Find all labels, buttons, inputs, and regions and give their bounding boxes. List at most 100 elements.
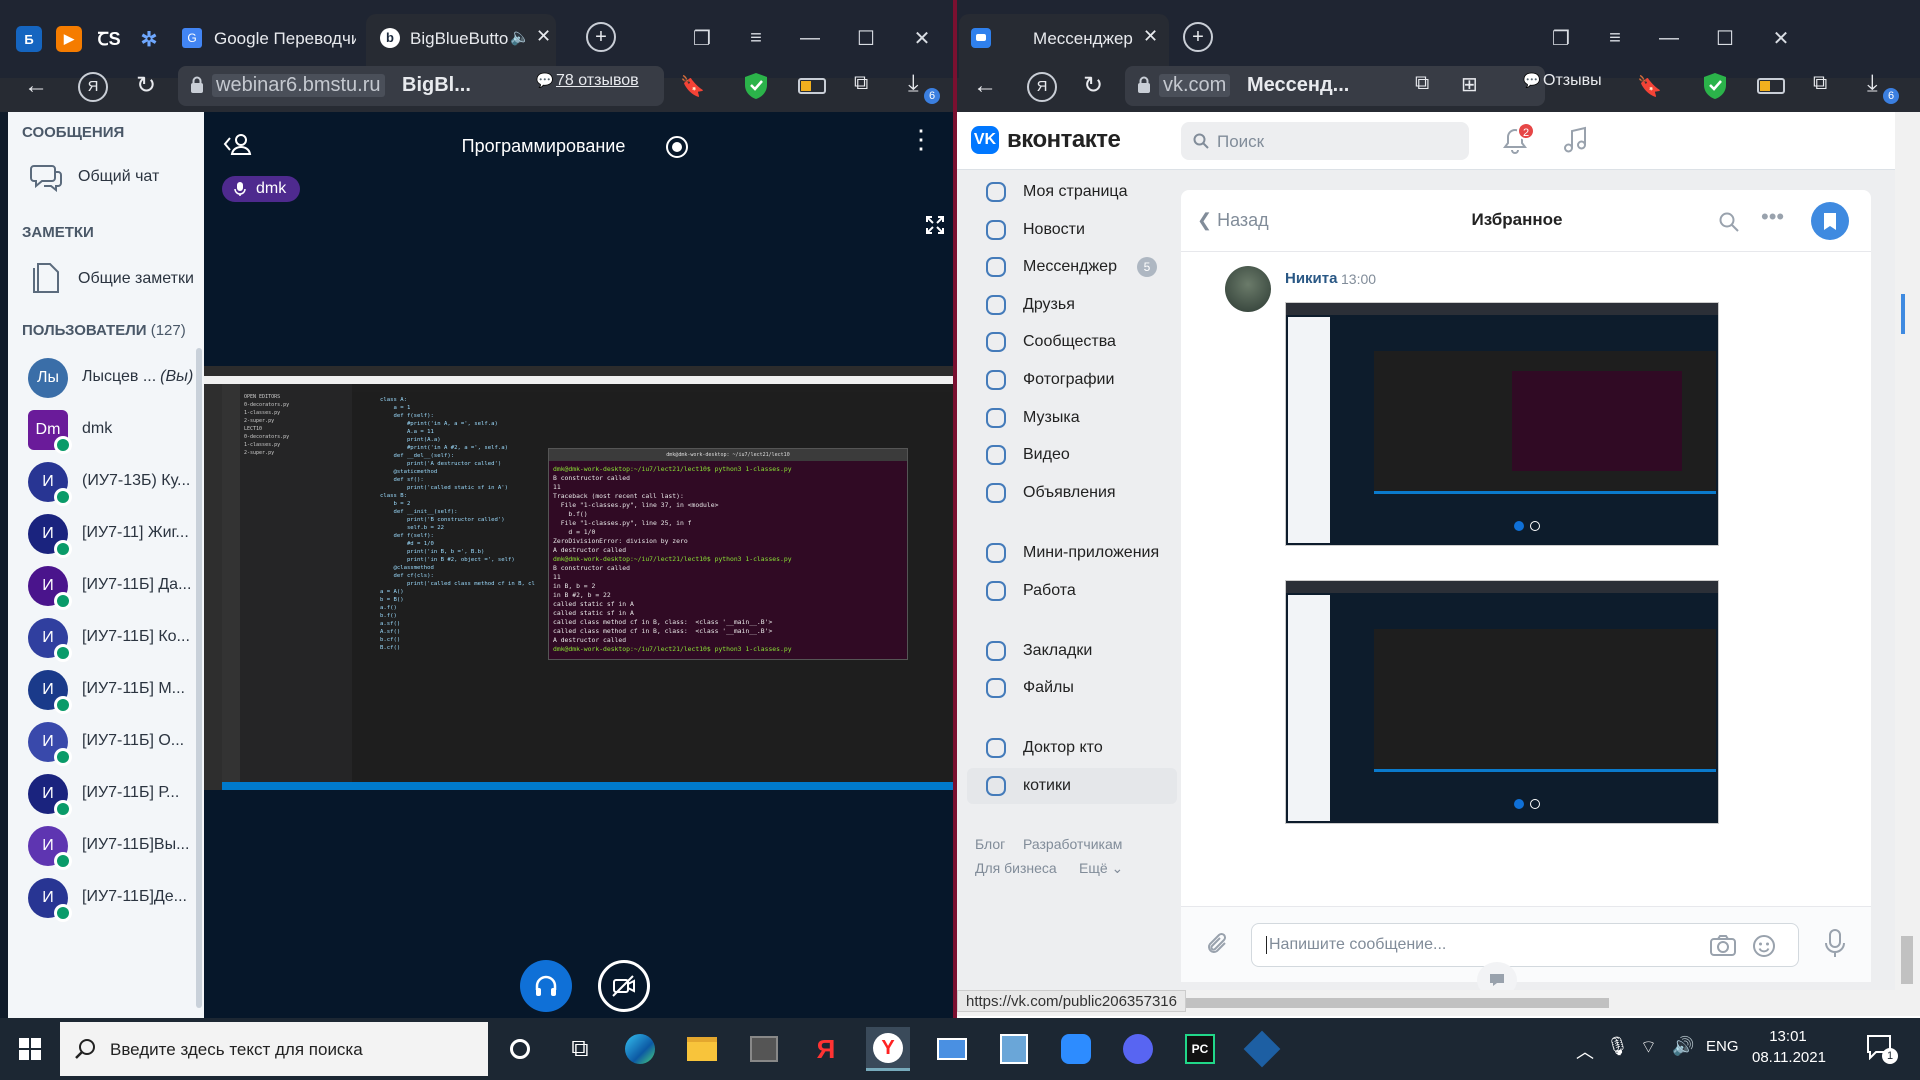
tray-network-icon[interactable]: ⌔ [1640,1036,1657,1059]
footer-developers-link[interactable]: Разработчикам [1023,836,1122,852]
vk-menu-item[interactable]: Моя страница [967,174,1177,210]
bookmark-icon[interactable]: 🔖 [680,74,705,99]
public-chat-item[interactable]: Общий чат [8,156,204,200]
vk-menu-item[interactable]: Мини-приложения [967,535,1177,571]
vk-menu-item[interactable]: котики [967,768,1177,805]
edge-icon[interactable] [618,1027,662,1071]
discord-icon[interactable] [1116,1027,1160,1071]
yandex-music-icon[interactable]: Я [804,1027,848,1071]
tab-manager-icon[interactable]: ❐ [1541,18,1581,58]
share-camera-button[interactable] [598,960,650,1012]
new-tab-button[interactable]: + [586,22,616,52]
mail-icon[interactable] [930,1027,974,1071]
camera-icon[interactable] [1710,934,1736,956]
tray-language[interactable]: ENG [1706,1038,1739,1055]
minimize-button[interactable]: — [1649,18,1689,58]
store-icon[interactable] [742,1027,786,1071]
options-kebab-icon[interactable]: ⋮ [908,126,934,152]
vk-menu-item[interactable]: Файлы [967,670,1177,706]
footer-blog-link[interactable]: Блог [975,836,1005,852]
yandex-icon[interactable]: Я [1027,72,1057,102]
pinned-tab-3-icon[interactable]: ꞆS [96,26,122,52]
close-window-button[interactable]: ✕ [1761,18,1801,58]
user-list-scrollbar[interactable] [196,348,202,1008]
extension-icon[interactable]: ⊞ [1461,72,1478,97]
vk-logo-text[interactable]: вконтакте [1007,126,1121,154]
menu-icon[interactable]: ≡ [736,18,776,58]
chat-search-icon[interactable] [1719,212,1739,232]
shared-notes-item[interactable]: Общие заметки [8,256,204,302]
message-author[interactable]: Никита [1285,270,1337,287]
maximize-button[interactable]: ☐ [1705,18,1745,58]
bookmark-icon[interactable]: 🔖 [1637,74,1662,99]
battery-saver-icon[interactable] [1757,78,1785,94]
attached-screenshot-1[interactable] [1285,302,1719,546]
close-window-button[interactable]: ✕ [902,18,942,58]
vk-menu-item[interactable]: Закладки [967,633,1177,669]
favorites-bookmark-icon[interactable] [1811,202,1849,240]
tray-overflow-icon[interactable]: ︿ [1576,1038,1594,1064]
downloads-icon[interactable]: ⤓ [908,70,919,98]
vk-menu-item[interactable]: Мессенджер 5 [967,249,1177,285]
tab-close-icon[interactable]: ✕ [1143,26,1158,47]
emoji-icon[interactable] [1752,934,1776,958]
vk-menu-item[interactable]: Музыка [967,400,1177,436]
voice-message-mic-icon[interactable] [1825,929,1845,959]
music-player-icon[interactable] [1563,126,1587,154]
tray-clock[interactable]: 13:01 08.11.2021 [1752,1028,1826,1066]
footer-more-link[interactable]: Ещё ⌄ [1079,860,1123,877]
vk-menu-item[interactable]: Сообщества [967,324,1177,360]
vk-menu-item[interactable]: Работа [967,573,1177,609]
reviews-button[interactable]: 💬 Отзывы [1523,72,1603,98]
downloads-icon[interactable]: ⤓ [1867,70,1878,98]
taskbar-search[interactable]: Введите здесь текст для поиска [60,1022,488,1076]
reload-icon[interactable]: ↻ [136,71,156,100]
recording-indicator-icon[interactable] [666,136,688,158]
yandex-browser-icon[interactable]: Y [866,1027,910,1071]
maximize-button[interactable]: ☐ [846,18,886,58]
fullscreen-icon[interactable] [926,216,944,234]
tray-volume-icon[interactable]: 🔊 [1672,1036,1694,1057]
reload-icon[interactable]: ↻ [1083,71,1103,100]
protect-shield-icon[interactable] [744,72,768,100]
collections-icon[interactable]: ⧉ [854,72,868,95]
user-list-item[interactable]: И [ИУ7-11Б]Де... [8,866,204,930]
pycharm-icon[interactable]: PC [1178,1027,1222,1071]
collections-icon[interactable]: ⧉ [1813,72,1827,95]
protect-shield-icon[interactable] [1703,72,1727,100]
minimize-button[interactable]: — [790,18,830,58]
vk-menu-item[interactable]: Фотографии [967,362,1177,398]
vk-menu-item[interactable]: Новости [967,212,1177,248]
vk-menu-item[interactable]: Друзья [967,287,1177,323]
zoom-icon[interactable] [1054,1027,1098,1071]
task-view-icon[interactable]: ⧉ [558,1027,602,1071]
join-audio-button[interactable] [520,960,572,1012]
page-translate-icon[interactable]: ⧉ [1415,72,1429,95]
attach-paperclip-icon[interactable] [1205,931,1231,957]
vk-search-input[interactable]: Поиск [1181,122,1469,160]
pinned-tab-4-icon[interactable]: ✲ [136,26,162,52]
back-arrow-icon[interactable]: ← [973,72,997,100]
address-bar[interactable]: vk.com Мессенд... [1125,66,1545,106]
menu-icon[interactable]: ≡ [1595,18,1635,58]
avatar[interactable] [1225,266,1271,312]
battery-saver-icon[interactable] [798,78,826,94]
windows-start-icon[interactable] [8,1027,52,1071]
page-scrollbar-track[interactable] [1895,112,1920,1016]
vk-logo-icon[interactable]: VK [971,126,999,154]
vk-menu-item[interactable]: Объявления [967,475,1177,511]
tab-close-icon[interactable]: ✕ [536,26,551,47]
vk-menu-item[interactable]: Доктор кто [967,730,1177,766]
chat-more-icon[interactable]: ••• [1761,204,1784,230]
attached-screenshot-2[interactable] [1285,580,1719,824]
file-explorer-icon[interactable] [680,1027,724,1071]
notepad-icon[interactable] [992,1027,1036,1071]
tray-mic-icon[interactable]: 🎙 [1606,1036,1629,1057]
vk-menu-item[interactable]: Видео [967,437,1177,473]
virtualbox-icon[interactable] [1240,1027,1284,1071]
speaker-icon[interactable]: 🔈 [510,27,530,47]
tab-google-translate[interactable]: G Google Переводчи [172,14,362,64]
message-input[interactable]: Напишите сообщение... [1251,923,1799,967]
pinned-tab-1-icon[interactable]: Б [16,26,42,52]
yandex-icon[interactable]: Я [78,72,108,102]
